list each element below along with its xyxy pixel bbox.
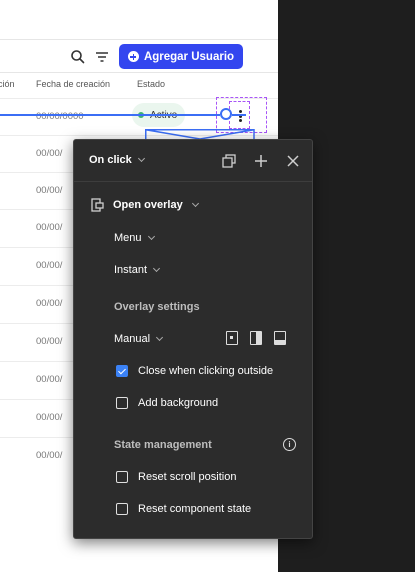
table-header: ción Fecha de creación Estado (0, 74, 278, 98)
search-icon[interactable] (69, 48, 87, 66)
date-cell: 00/00/ (36, 222, 63, 233)
add-user-label: Agregar Usuario (143, 50, 235, 63)
trigger-dropdown[interactable]: On click (89, 154, 145, 166)
plus-circle-icon (127, 51, 139, 62)
overlay-settings-heading: Overlay settings (114, 301, 200, 313)
chevron-down-icon (147, 232, 155, 241)
date-cell: 00/00/ (36, 450, 63, 461)
close-outside-checkbox[interactable] (116, 365, 128, 377)
prototype-connection-node[interactable] (220, 108, 232, 120)
date-cell: 00/00/ (36, 185, 63, 196)
animation-label: Instant (114, 264, 148, 276)
date-cell: 00/00/ (36, 298, 63, 309)
column-header-status: Estado (137, 79, 166, 89)
info-icon[interactable]: i (283, 438, 296, 451)
position-presets (226, 331, 286, 345)
add-interaction-button[interactable] (252, 152, 270, 170)
detach-button[interactable] (220, 152, 238, 170)
position-label: Manual (114, 333, 151, 345)
open-overlay-icon (91, 198, 104, 212)
reset-scroll-option[interactable]: Reset scroll position (116, 471, 236, 483)
date-cell: 00/00/0000 (36, 111, 84, 122)
reset-component-label: Reset component state (138, 503, 252, 515)
date-cell: 00/00/ (36, 148, 63, 159)
action-label: Open overlay (113, 199, 183, 211)
destination-label: Menu (114, 232, 142, 244)
reset-component-checkbox[interactable] (116, 503, 128, 515)
close-button[interactable] (284, 152, 302, 170)
column-header-date: Fecha de creación (36, 79, 111, 89)
prototype-connection-stub (232, 114, 246, 116)
interaction-panel: On click Open overlay Menu Instant Overl… (73, 139, 313, 539)
chevron-down-icon (152, 264, 161, 273)
add-background-checkbox[interactable] (116, 397, 128, 409)
add-user-button[interactable]: Agregar Usuario (119, 44, 243, 69)
close-outside-option[interactable]: Close when clicking outside (116, 365, 273, 377)
action-dropdown[interactable]: Open overlay (89, 197, 199, 213)
animation-dropdown[interactable]: Instant (114, 264, 161, 276)
add-background-label: Add background (138, 397, 219, 409)
table-toolbar: Agregar Usuario (0, 39, 278, 73)
prototype-connection-line (0, 114, 220, 116)
chevron-down-icon (137, 154, 145, 163)
add-background-option[interactable]: Add background (116, 397, 218, 409)
position-dropdown[interactable]: Manual (114, 333, 164, 345)
plus-icon (255, 155, 267, 167)
close-icon (287, 155, 299, 167)
position-bottom-icon[interactable] (274, 331, 286, 345)
date-cell: 00/00/ (36, 412, 63, 423)
state-management-heading: State management (114, 439, 212, 451)
trigger-label: On click (89, 154, 132, 166)
panel-header: On click (74, 140, 312, 182)
column-header-cut: ción (0, 79, 15, 89)
chevron-down-icon (156, 333, 164, 342)
position-right-icon[interactable] (250, 331, 262, 345)
reset-component-option[interactable]: Reset component state (116, 503, 251, 515)
destination-dropdown[interactable]: Menu (114, 232, 155, 244)
date-cell: 00/00/ (36, 336, 63, 347)
reset-scroll-label: Reset scroll position (138, 471, 237, 483)
detach-icon (222, 154, 236, 168)
chevron-down-icon (191, 199, 199, 208)
position-center-icon[interactable] (226, 331, 238, 345)
reset-scroll-checkbox[interactable] (116, 471, 128, 483)
date-cell: 00/00/ (36, 260, 63, 271)
filter-icon[interactable] (93, 48, 111, 66)
close-outside-label: Close when clicking outside (138, 365, 274, 377)
date-cell: 00/00/ (36, 374, 63, 385)
